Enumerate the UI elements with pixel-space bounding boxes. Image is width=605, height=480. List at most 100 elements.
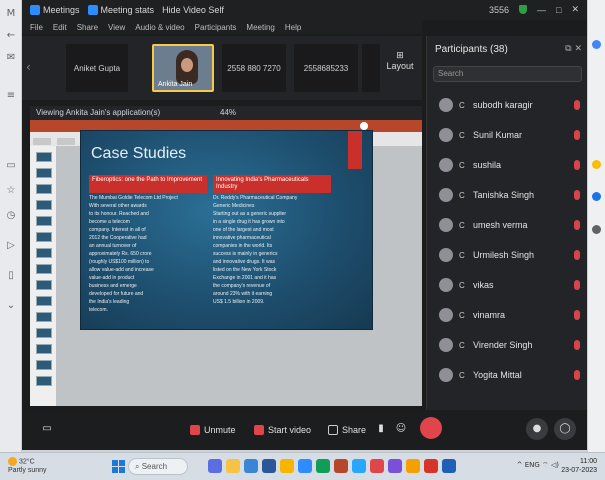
menu-audio-video[interactable]: Audio & video [135,23,184,32]
avatar-button[interactable]: ● [526,418,548,440]
slide-thumb[interactable] [36,376,52,386]
close-icon[interactable]: ✕ [571,4,579,15]
clock-icon[interactable]: ◷ [5,210,17,222]
star-icon[interactable]: ☆ [5,185,17,197]
edge-icon[interactable] [244,459,258,473]
slide-thumb[interactable] [36,216,52,226]
slide-thumb[interactable] [36,264,52,274]
end-call-button[interactable] [420,417,442,439]
slide-thumb[interactable] [36,312,52,322]
muted-mic-icon[interactable] [574,310,580,320]
menu-icon[interactable]: ≡ [5,90,17,102]
muted-mic-icon[interactable] [574,220,580,230]
file-explorer-icon[interactable] [226,459,240,473]
menu-meeting[interactable]: Meeting [246,23,274,32]
menu-help[interactable]: Help [285,23,301,32]
video-tile-3[interactable]: 2558 880 7270 [222,44,286,92]
strip-prev-icon[interactable]: ‹ [26,60,36,76]
participant-row[interactable]: C Urmilesh Singh [427,240,588,270]
contacts-icon[interactable] [592,225,601,234]
slide-thumb[interactable] [36,232,52,242]
menu-participants[interactable]: Participants [195,23,237,32]
windows-start-icon[interactable] [112,460,125,473]
slide-thumb[interactable] [36,184,52,194]
taskbar-search-input[interactable]: ⌕ Search [128,458,188,475]
draft-icon[interactable]: ▯ [5,270,17,282]
inbox-icon[interactable]: ▭ [5,160,17,172]
chat-icon[interactable]: ▭ [36,418,58,440]
slide-thumb[interactable] [36,280,52,290]
folder-icon[interactable] [280,459,294,473]
participant-row[interactable]: C sushila [427,150,588,180]
taskbar-clock[interactable]: 11:00 23-07-2023 [561,457,597,475]
menu-file[interactable]: File [30,23,43,32]
minimize-icon[interactable]: — [537,5,546,15]
share-button[interactable]: Share [328,420,366,440]
powerpoint-icon[interactable] [334,459,348,473]
word-icon[interactable] [262,459,276,473]
weather-widget[interactable]: 32°C Partly sunny [8,457,47,475]
muted-mic-icon[interactable] [574,190,580,200]
participant-row[interactable]: C umesh verma [427,210,588,240]
menu-edit[interactable]: Edit [53,23,67,32]
app-purple-icon[interactable] [388,459,402,473]
muted-mic-icon[interactable] [574,250,580,260]
participant-row[interactable]: C vinamra [427,300,588,330]
video-tile-active[interactable]: Ankita Jain [152,44,214,92]
muted-mic-icon[interactable] [574,160,580,170]
back-icon[interactable]: ← [5,30,17,42]
mail-icon[interactable]: ✉ [5,52,17,64]
muted-mic-icon[interactable] [574,370,580,380]
security-shield-icon[interactable] [519,5,528,14]
video-tile-5[interactable] [362,44,380,92]
slide-thumb[interactable] [36,360,52,370]
maximize-icon[interactable]: □ [556,5,561,15]
menu-view[interactable]: View [108,23,125,32]
muted-mic-icon[interactable] [574,340,580,350]
taskview-icon[interactable] [208,459,222,473]
panel-popout-icon[interactable]: ⧉ ✕ [565,44,582,54]
muted-mic-icon[interactable] [574,280,580,290]
participants-search-input[interactable]: Search [433,66,582,82]
start-video-button[interactable]: Start video [254,420,311,440]
menu-share[interactable]: Share [77,23,98,32]
participant-row[interactable]: C Tanishka Singh [427,180,588,210]
participant-row[interactable]: C vikas [427,270,588,300]
record-button-icon[interactable]: ▮ [374,418,388,440]
excel-icon[interactable] [316,459,330,473]
participant-row[interactable]: C Sunil Kumar [427,120,588,150]
app-red2-icon[interactable] [424,459,438,473]
layout-button[interactable]: ⊞ Layout [382,50,418,71]
title-stats[interactable]: Meeting stats [87,5,154,15]
browser-menu-icon[interactable]: M [5,8,17,20]
app-blue-icon[interactable] [442,459,456,473]
more-options-icon[interactable]: ◯ [554,418,576,440]
video-tile-1[interactable]: Aniket Gupta [66,44,128,92]
unmute-button[interactable]: Unmute [190,420,236,440]
app-red-icon[interactable] [370,459,384,473]
app-orange-icon[interactable] [406,459,420,473]
slide-thumb[interactable] [36,152,52,162]
slide-thumb[interactable] [36,328,52,338]
zoom-app-icon[interactable] [298,459,312,473]
slide-thumb[interactable] [36,200,52,210]
title-hide-self[interactable]: Hide Video Self [162,5,224,15]
slide-thumb[interactable] [36,344,52,354]
record-icon[interactable] [360,122,368,130]
video-tile-4[interactable]: 2558685233 [294,44,358,92]
more-icon[interactable]: ⌄ [5,300,17,312]
slide-thumb[interactable] [36,168,52,178]
participant-row[interactable]: C Virender Singh [427,330,588,360]
calendar-icon[interactable] [592,40,601,49]
participant-row[interactable]: C subodh karagir [427,90,588,120]
system-tray[interactable]: ^ ENG ⌔ ◁) [517,461,559,470]
slide-thumb[interactable] [36,296,52,306]
zoom-level[interactable]: 44% [220,106,236,120]
reactions-icon[interactable]: ☺ [394,418,408,440]
muted-mic-icon[interactable] [574,130,580,140]
title-meetings[interactable]: Meetings [30,5,80,15]
slide-thumb[interactable] [36,248,52,258]
muted-mic-icon[interactable] [574,100,580,110]
send-icon[interactable]: ▷ [5,240,17,252]
tasks-icon[interactable] [592,192,601,201]
